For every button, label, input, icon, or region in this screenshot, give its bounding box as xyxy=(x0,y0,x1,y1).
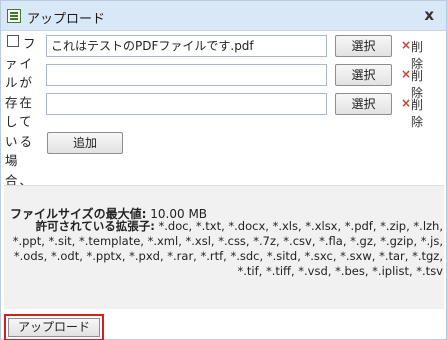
file-input[interactable] xyxy=(46,64,327,86)
dialog-titlebar: アップロード x xyxy=(1,1,446,31)
upload-button[interactable]: アップロード xyxy=(8,318,100,337)
delete-link[interactable]: 削除 xyxy=(411,96,423,130)
allowed-extensions-info: 許可されている拡張子: *.doc, *.txt, *.docx, *.xls,… xyxy=(10,219,443,279)
browse-button[interactable]: 選択 xyxy=(335,35,392,57)
delete-icon[interactable]: × xyxy=(401,38,411,52)
upload-button-highlight: アップロード xyxy=(4,314,104,340)
delete-icon[interactable]: × xyxy=(401,96,411,110)
close-icon[interactable]: x xyxy=(424,6,434,24)
delete-icon[interactable]: × xyxy=(401,67,411,81)
add-file-button[interactable]: 追加 xyxy=(47,132,123,154)
browse-button[interactable]: 選択 xyxy=(335,64,392,86)
browse-button[interactable]: 選択 xyxy=(335,93,392,115)
extensions-label: 許可されている拡張子: xyxy=(35,219,155,233)
upload-dialog: アップロード x ファイルが存在している場合、上書きしますか? これはテストのP… xyxy=(0,0,447,340)
file-input[interactable] xyxy=(46,93,327,115)
file-input[interactable]: これはテストのPDFファイルです.pdf xyxy=(46,35,327,57)
form-icon xyxy=(7,9,21,23)
dialog-title: アップロード xyxy=(27,12,106,27)
